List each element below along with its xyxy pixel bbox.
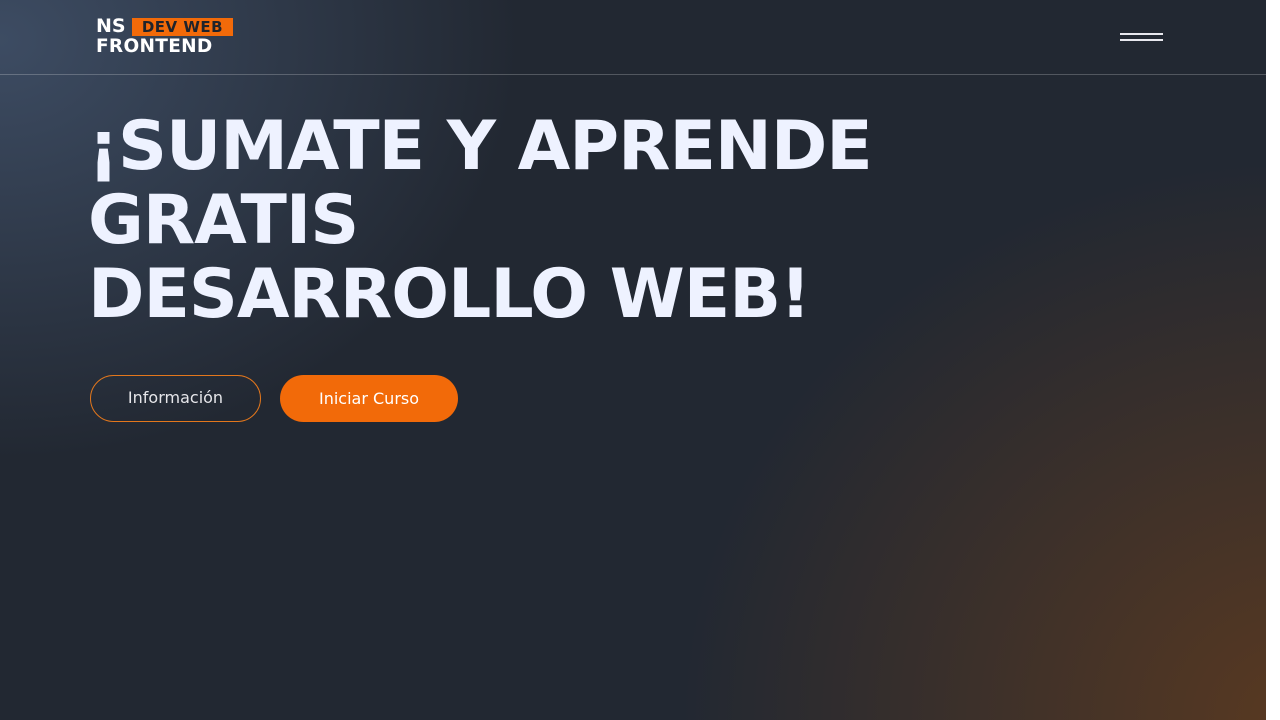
info-button[interactable]: Información (90, 375, 261, 422)
logo-ns-text: NS (96, 15, 126, 37)
logo-frontend-text: FRONTEND (96, 36, 213, 57)
menu-line-bottom (1120, 39, 1163, 41)
hero-title: ¡SUMATE Y APRENDE GRATIS DESARROLLO WEB! (88, 107, 873, 334)
hero-title-line-1: ¡SUMATE Y APRENDE (88, 107, 873, 186)
start-course-button[interactable]: Iniciar Curso (280, 375, 458, 422)
logo-badge: DEV WEB (132, 18, 233, 36)
navbar: NS DEV WEB FRONTEND (0, 0, 1266, 75)
site-logo[interactable]: NS DEV WEB FRONTEND (96, 16, 241, 58)
hero-title-line-2: GRATIS (88, 181, 359, 260)
scrollbar-thumb[interactable] (1267, 2, 1279, 134)
menu-line-top (1120, 33, 1163, 35)
hero-title-line-3: DESARROLLO WEB! (88, 255, 811, 334)
hamburger-menu-icon[interactable] (1116, 26, 1168, 48)
